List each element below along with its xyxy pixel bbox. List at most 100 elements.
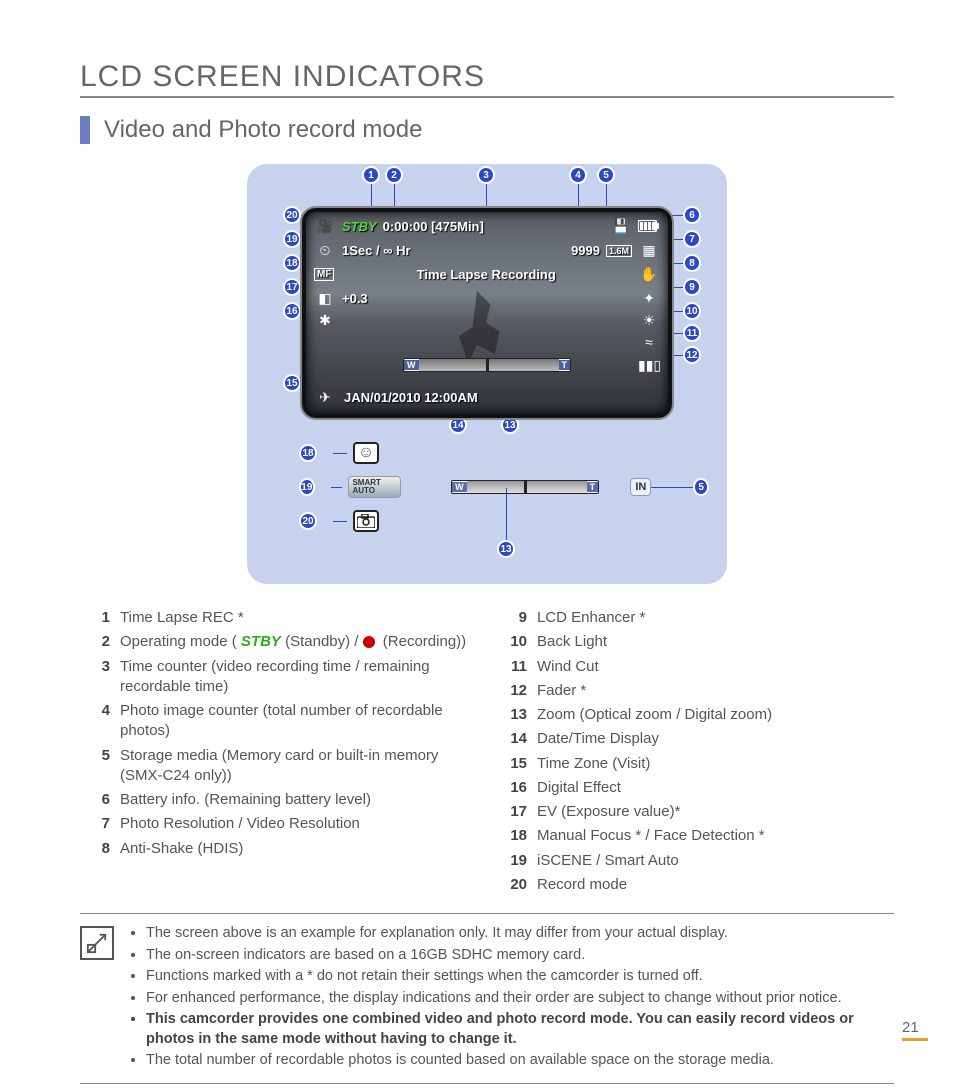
note-item: For enhanced performance, the display in… [146,989,894,1009]
legend-num: 17 [503,802,527,822]
page-number: 21 [902,1019,928,1041]
legend-num: 11 [503,657,527,677]
storage-card-icon: 💾 [610,218,632,235]
legend-item: 3Time counter (video recording time / re… [86,657,471,698]
zoom-bar-below: W T [451,480,599,494]
legend-right: 9LCD Enhancer *10Back Light11Wind Cut12F… [503,608,888,899]
note-icon [80,926,114,960]
legend-num: 4 [86,701,110,742]
callout-19b: 19 [299,478,315,496]
ev-value: +0.3 [342,291,368,306]
callout-16: 16 [283,302,301,320]
legend-text: Digital Effect [537,778,621,798]
datetime: JAN/01/2010 12:00AM [344,390,478,405]
ev-icon: ◧ [314,290,336,307]
legend-text: EV (Exposure value)* [537,802,680,822]
time-counter: 0:00:00 [475Min] [383,219,484,234]
legend-text: Time counter (video recording time / rem… [120,657,471,698]
windcut-icon: ≈ [638,334,660,350]
legend-item: 7 Photo Resolution / Video Resolution [86,814,471,834]
mode-text: Time Lapse Recording [417,267,556,282]
note-item: Functions marked with a * do not retain … [146,967,894,987]
legend-item: 5Storage media (Memory card or built-in … [86,746,471,787]
legend-text: Back Light [537,632,607,652]
face-detect-icon: ☺ [353,442,379,464]
photo-mode-icon [353,510,379,532]
legend-text: Wind Cut [537,657,599,677]
manual-focus-badge: MF [314,268,334,281]
section-title: Video and Photo record mode [80,116,894,144]
callout-15: 15 [283,374,301,392]
legend-num: 16 [503,778,527,798]
secondary-icons: 18 ☺ 19 SMART AUTO W T IN 5 20 [315,436,709,566]
legend-num: 7 [86,814,110,834]
rec-dot-icon [363,636,375,648]
backlight-icon: ☀ [638,312,660,329]
zoom-w: W [404,360,419,370]
legend-num: 13 [503,705,527,725]
legend-num: 9 [503,608,527,628]
legend-text: Date/Time Display [537,729,659,749]
legend-item: 16 Digital Effect [503,778,888,798]
legend-item: 6 Battery info. (Remaining battery level) [86,790,471,810]
callout-14: 14 [449,416,467,434]
legend-num: 5 [86,746,110,787]
callout-5-top: 5 [597,166,615,184]
note-list: The screen above is an example for expla… [128,924,894,1073]
note-item: The screen above is an example for expla… [146,924,894,944]
legend-text: iSCENE / Smart Auto [537,851,679,871]
legend-item: 14 Date/Time Display [503,729,888,749]
note-box: The screen above is an example for expla… [80,913,894,1084]
legend-text: Operating mode ( STBY (Standby) / (Recor… [120,632,466,652]
legend-text: Anti-Shake (HDIS) [120,839,243,859]
lcd-screen: 🎥 STBY 0:00:00 [475Min] 💾 ⏲ 1Sec / ∞ Hr … [302,208,672,418]
legend-num: 6 [86,790,110,810]
legend-text: Manual Focus * / Face Detection * [537,826,765,846]
callout-20b: 20 [299,512,317,530]
timezone-icon: ✈ [314,389,336,406]
legend-num: 12 [503,681,527,701]
callout-20: 20 [283,206,301,224]
battery-icon [638,219,660,235]
legend-item: 17 EV (Exposure value)* [503,802,888,822]
legend-text: Time Zone (Visit) [537,754,650,774]
callout-13b: 13 [497,540,515,558]
status-stby: STBY [342,219,377,234]
legend-item: 19 iSCENE / Smart Auto [503,851,888,871]
callout-7: 7 [683,230,701,248]
legend-item: 2 Operating mode ( STBY (Standby) / (Reco… [86,632,471,652]
legend-num: 19 [503,851,527,871]
callout-17: 17 [283,278,301,296]
legend-item: 13 Zoom (Optical zoom / Digital zoom) [503,705,888,725]
legend-item: 1Time Lapse REC * [86,608,471,628]
legend-item: 11 Wind Cut [503,657,888,677]
legend-num: 14 [503,729,527,749]
legend-num: 2 [86,632,110,652]
legend-text: Photo Resolution / Video Resolution [120,814,360,834]
photo-counter: 9999 [571,243,600,258]
note-item: This camcorder provides one combined vid… [146,1010,894,1049]
callout-18: 18 [283,254,301,272]
legend-text: Zoom (Optical zoom / Digital zoom) [537,705,772,725]
photo-res-badge: 1.6M [606,245,632,257]
interval-text: 1Sec / ∞ Hr [342,243,411,258]
legend-left: 1Time Lapse REC * 2 Operating mode ( STBY … [86,608,471,899]
zoom-t: T [559,360,571,370]
legend-text: LCD Enhancer * [537,608,645,628]
lcd-enhancer-icon: ✦ [638,290,660,307]
fader-icon: ▮▮▯ [638,357,660,374]
callout-18b: 18 [299,444,317,462]
callout-13-lcd: 13 [501,416,519,434]
legend-text: Battery info. (Remaining battery level) [120,790,371,810]
callout-12: 12 [683,346,701,364]
callout-9: 9 [683,278,701,296]
legend-item: 8Anti-Shake (HDIS) [86,839,471,859]
callout-6: 6 [683,206,701,224]
legend-num: 15 [503,754,527,774]
video-res-icon: ▦ [638,242,660,259]
legend-item: 12Fader * [503,681,888,701]
legend-item: 9 LCD Enhancer * [503,608,888,628]
legend-item: 20Record mode [503,875,888,895]
callout-2: 2 [385,166,403,184]
legend-num: 1 [86,608,110,628]
